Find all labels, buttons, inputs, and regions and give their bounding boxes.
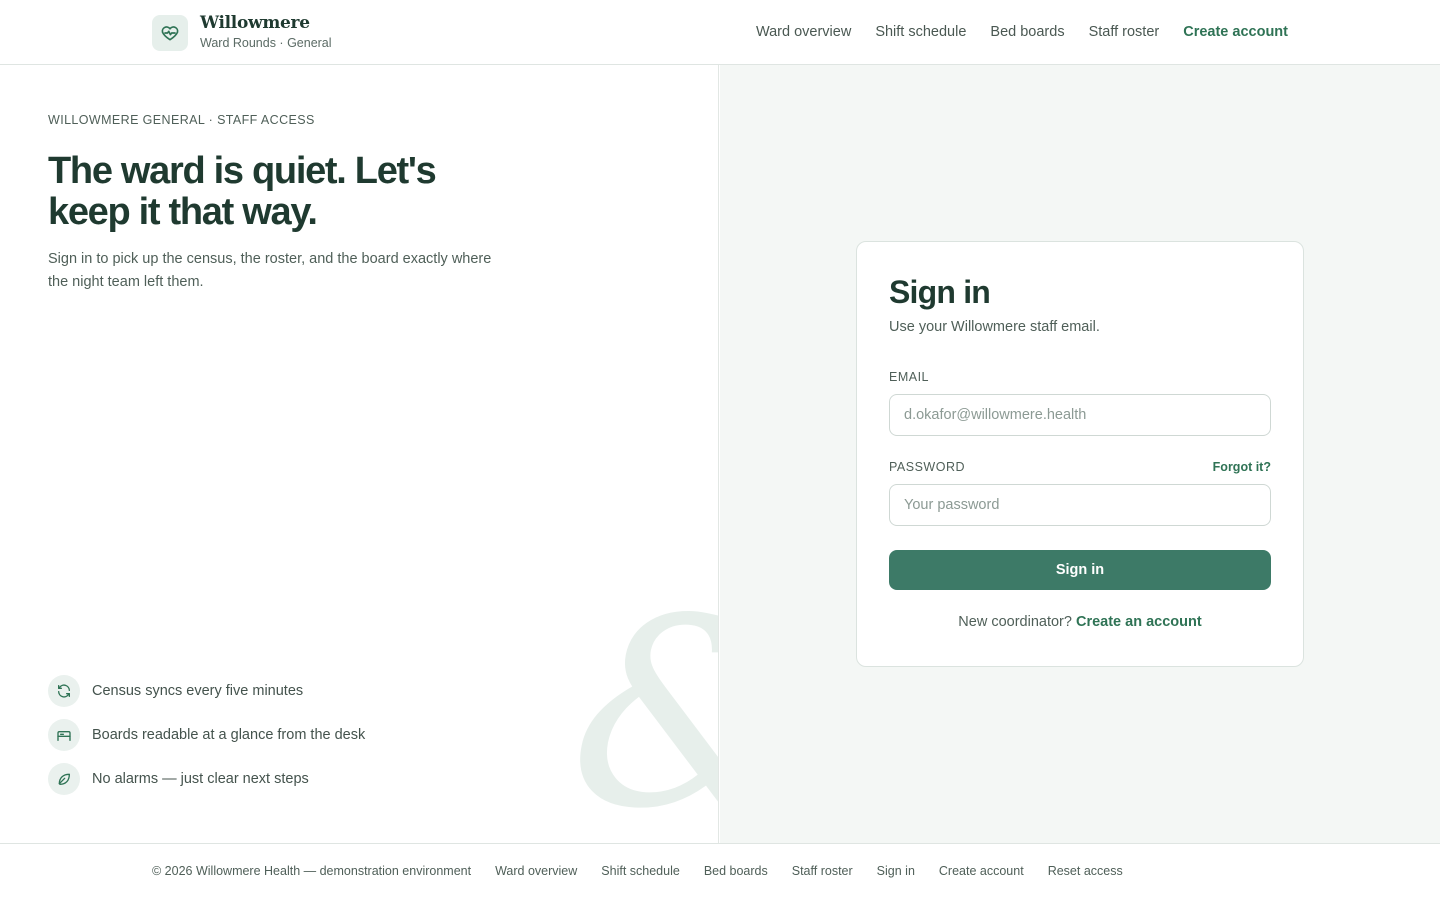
email-label: EMAIL — [889, 370, 930, 384]
create-account-link[interactable]: Create an account — [1076, 614, 1202, 630]
signin-subtitle: Use your Willowmere staff email. — [889, 319, 1100, 335]
signin-button[interactable]: Sign in — [889, 550, 1271, 590]
footer-link-staff-roster[interactable]: Staff roster — [792, 864, 853, 878]
copyright: © 2026 Willowmere Health — demonstration… — [152, 864, 472, 878]
signin-card: Sign in Use your Willowmere staff email.… — [856, 241, 1304, 667]
nav-shift-schedule[interactable]: Shift schedule — [875, 22, 966, 42]
footer-links: © 2026 Willowmere Health — demonstration… — [152, 864, 1123, 878]
decorative-ampersand: & — [570, 585, 718, 843]
bed-icon — [48, 719, 80, 751]
nav-ward-overview[interactable]: Ward overview — [756, 22, 851, 42]
hero-eyebrow: WILLOWMERE GENERAL · STAFF ACCESS — [48, 113, 315, 127]
footer-link-create-account[interactable]: Create account — [939, 864, 1024, 878]
feature-text: No alarms — just clear next steps — [92, 771, 309, 787]
leaf-icon — [48, 763, 80, 795]
feature-text: Census syncs every five minutes — [92, 683, 304, 699]
brand-name: Willowmere — [200, 13, 310, 33]
feature-item: Boards readable at a glance from the des… — [48, 719, 365, 751]
footer-link-sign-in[interactable]: Sign in — [877, 864, 915, 878]
email-field[interactable] — [889, 394, 1271, 436]
hero-panel: WILLOWMERE GENERAL · STAFF ACCESS The wa… — [0, 65, 719, 843]
password-field[interactable] — [889, 484, 1271, 526]
password-label: PASSWORD — [889, 460, 965, 474]
footer-link-reset-access[interactable]: Reset access — [1048, 864, 1123, 878]
brand-text: Willowmere Ward Rounds · General — [200, 13, 332, 52]
feature-item: No alarms — just clear next steps — [48, 763, 365, 795]
main-nav: Ward overview Shift schedule Bed boards … — [756, 22, 1288, 42]
refresh-icon — [48, 675, 80, 707]
nav-staff-roster[interactable]: Staff roster — [1089, 22, 1160, 42]
brand[interactable]: Willowmere Ward Rounds · General — [152, 13, 332, 52]
brand-subtitle: Ward Rounds · General — [200, 36, 332, 50]
footer-link-ward-overview[interactable]: Ward overview — [495, 864, 577, 878]
feature-item: Census syncs every five minutes — [48, 675, 365, 707]
hero-lede: Sign in to pick up the census, the roste… — [48, 251, 492, 290]
signup-prompt: New coordinator? Create an account — [857, 614, 1303, 630]
nav-bed-boards[interactable]: Bed boards — [990, 22, 1064, 42]
footer-link-shift-schedule[interactable]: Shift schedule — [601, 864, 680, 878]
nav-create-account[interactable]: Create account — [1183, 22, 1288, 42]
footer: © 2026 Willowmere Health — demonstration… — [0, 843, 1440, 900]
footer-link-bed-boards[interactable]: Bed boards — [704, 864, 768, 878]
signup-prompt-text: New coordinator? — [958, 614, 1072, 630]
signin-title: Sign in — [889, 274, 991, 310]
heart-pulse-icon — [152, 14, 188, 51]
forgot-password-link[interactable]: Forgot it? — [1213, 460, 1271, 474]
top-bar: Willowmere Ward Rounds · General Ward ov… — [0, 0, 1440, 65]
feature-text: Boards readable at a glance from the des… — [92, 727, 366, 743]
hero-headline: The ward is quiet. Let's keep it that wa… — [48, 150, 437, 233]
signin-panel: Sign in Use your Willowmere staff email.… — [720, 65, 1440, 843]
feature-list: Census syncs every five minutes Boards r… — [48, 675, 365, 807]
